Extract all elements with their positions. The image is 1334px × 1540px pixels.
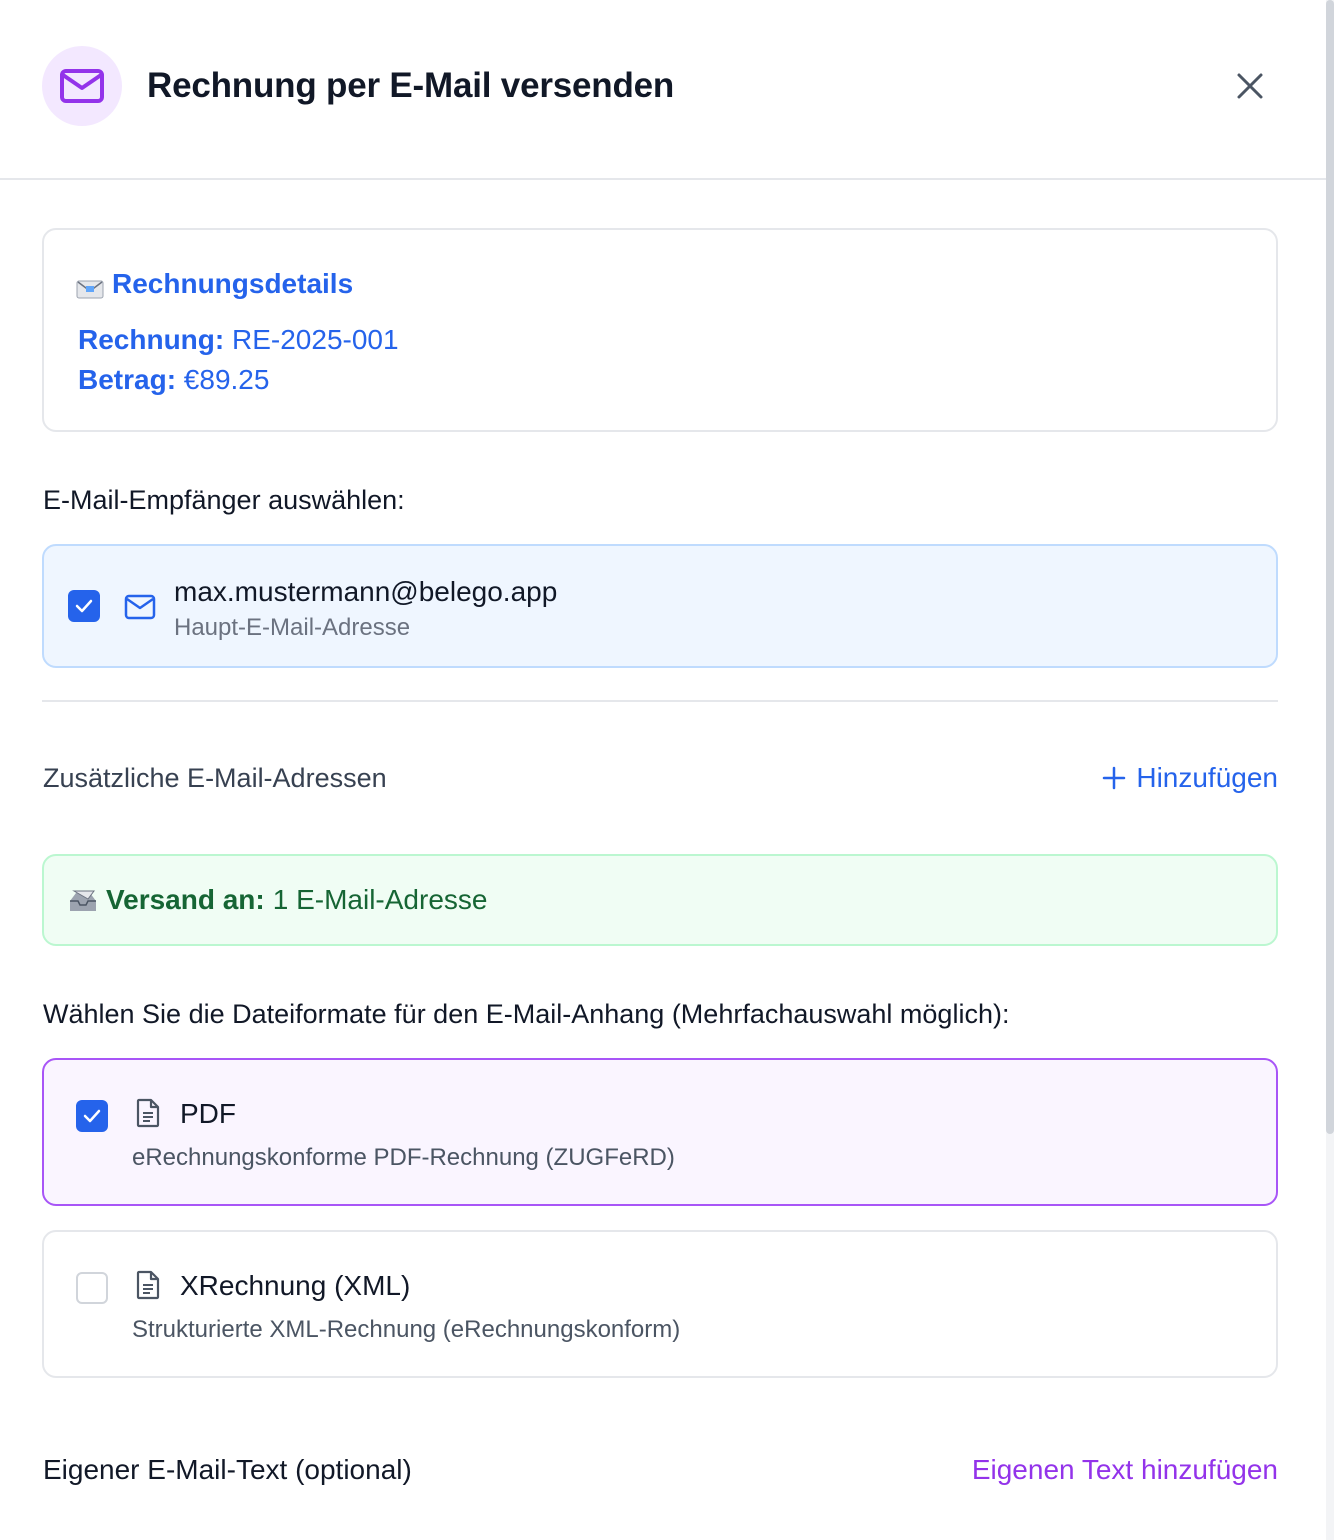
scrollbar[interactable]: [1326, 0, 1334, 1540]
outbox-tray-icon: [70, 890, 96, 911]
send-summary-label: Versand an:: [106, 884, 265, 915]
add-email-button[interactable]: Hinzufügen: [1102, 760, 1278, 796]
incoming-envelope-icon: [76, 273, 104, 299]
invoice-details-card: Rechnungsdetails Rechnung: RE-2025-001 B…: [42, 228, 1278, 432]
divider: [42, 700, 1278, 702]
dialog-header: Rechnung per E-Mail versenden: [0, 0, 1326, 180]
custom-text-label: Eigener E-Mail-Text (optional): [43, 1454, 412, 1485]
email-dialog: Rechnung per E-Mail versenden Rechnungsd…: [0, 0, 1334, 1540]
details-title: Rechnungsdetails: [112, 268, 354, 299]
invoice-amount-label: Betrag:: [78, 364, 177, 395]
format-pdf-subtitle: eRechnungskonforme PDF-Rechnung (ZUGFeRD…: [132, 1144, 675, 1171]
check-icon: [75, 599, 93, 613]
recipient-item[interactable]: max.mustermann@belego.app Haupt-E-Mail-A…: [42, 544, 1278, 668]
dialog-title: Rechnung per E-Mail versenden: [147, 66, 675, 105]
format-pdf-title: PDF: [180, 1098, 236, 1129]
additional-emails-label: Zusätzliche E-Mail-Adressen: [43, 763, 387, 793]
format-option-xml[interactable]: XRechnung (XML) Strukturierte XML-Rechnu…: [42, 1230, 1278, 1378]
add-custom-text-link[interactable]: Eigenen Text hinzufügen: [972, 1452, 1278, 1488]
close-button[interactable]: [1228, 64, 1272, 108]
format-pdf-checkbox[interactable]: [76, 1100, 108, 1132]
document-icon: [136, 1098, 160, 1128]
format-option-pdf[interactable]: PDF eRechnungskonforme PDF-Rechnung (ZUG…: [42, 1058, 1278, 1206]
scrollbar-thumb[interactable]: [1326, 0, 1334, 1134]
invoice-amount-value: €89.25: [183, 364, 270, 395]
format-xml-subtitle: Strukturierte XML-Rechnung (eRechnungsko…: [132, 1316, 681, 1343]
recipient-email: max.mustermann@belego.app: [174, 576, 558, 607]
check-icon: [83, 1109, 101, 1123]
document-icon: [136, 1270, 160, 1300]
invoice-number-label: Rechnung:: [78, 324, 225, 355]
send-summary: Versand an: 1 E-Mail-Adresse: [42, 854, 1278, 946]
invoice-amount-row: Betrag: €89.25: [78, 362, 269, 398]
formats-label: Wählen Sie die Dateiformate für den E-Ma…: [43, 999, 1010, 1029]
invoice-number-row: Rechnung: RE-2025-001: [78, 322, 399, 358]
recipient-subtitle: Haupt-E-Mail-Adresse: [174, 614, 411, 641]
format-xml-title: XRechnung (XML): [180, 1270, 411, 1301]
mail-icon: [124, 594, 156, 620]
format-xml-checkbox[interactable]: [76, 1272, 108, 1304]
recipients-label: E-Mail-Empfänger auswählen:: [43, 485, 405, 515]
add-email-label: Hinzufügen: [1136, 762, 1278, 793]
plus-icon: [1103, 766, 1126, 790]
envelope-icon: [42, 46, 122, 126]
close-icon[interactable]: [1236, 72, 1264, 100]
recipient-checkbox[interactable]: [68, 590, 100, 622]
send-summary-value: 1 E-Mail-Adresse: [272, 884, 488, 915]
invoice-number-value: RE-2025-001: [232, 324, 399, 355]
